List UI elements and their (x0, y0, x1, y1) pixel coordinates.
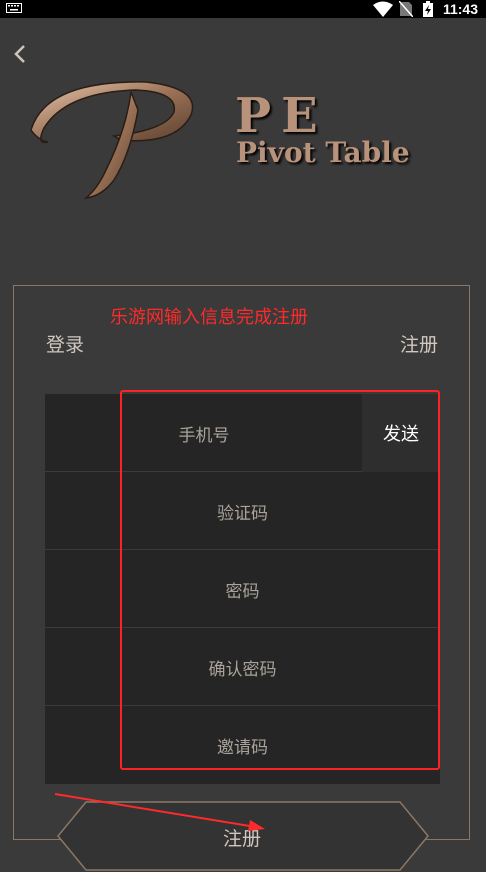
chevron-left-icon[interactable] (10, 42, 30, 66)
brand-subtitle: Pivot Table (236, 136, 410, 169)
status-time: 11:43 (442, 1, 478, 17)
brand-logo (30, 81, 194, 200)
annotation-arrow-icon (54, 793, 265, 831)
annotation-highlight-box (120, 390, 440, 770)
wifi-icon (373, 1, 393, 17)
no-sim-icon (399, 1, 413, 17)
battery-charging-icon (423, 1, 433, 17)
keyboard-icon (6, 3, 22, 13)
status-bar: 11:43 (0, 0, 486, 18)
annotation-text: 乐游网输入信息完成注册 (110, 307, 308, 328)
tab-login[interactable]: 登录 (46, 330, 84, 357)
tab-register[interactable]: 注册 (400, 330, 438, 357)
